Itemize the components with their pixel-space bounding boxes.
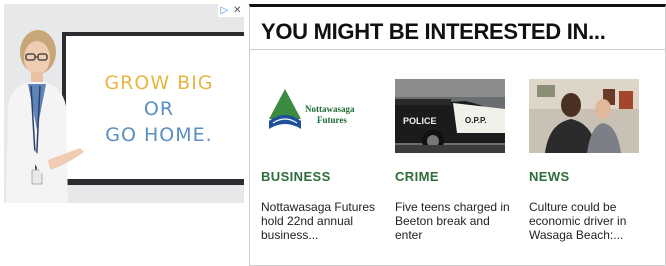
article-category[interactable]: BUSINESS [261,169,386,184]
svg-text:O.P.P.: O.P.P. [465,116,487,125]
article-card-crime[interactable]: POLICE O.P.P. CRIME Five teens charged i… [395,79,520,242]
police-car-photo: POLICE O.P.P. [395,79,505,153]
adchoices-badge[interactable]: ▷ ✕ [218,4,244,17]
article-card-news[interactable]: NEWS Culture could be economic driver in… [529,79,654,242]
svg-text:Nottawasaga: Nottawasaga [305,104,355,114]
advertisement[interactable]: GROW BIG OR GO HOME. ▷ ✕ [4,4,244,203]
article-thumbnail[interactable]: POLICE O.P.P. [395,79,505,153]
article-category[interactable]: NEWS [529,169,654,184]
ad-headline-line-2: OR [143,98,175,120]
ad-headline-line-3: GO HOME. [105,124,213,146]
article-thumbnail[interactable] [529,79,639,153]
article-card-business[interactable]: Nottawasaga Futures BUSINESS Nottawasaga… [261,79,386,242]
article-thumbnail[interactable]: Nottawasaga Futures [261,79,371,153]
article-headline[interactable]: Culture could be economic driver in Wasa… [529,200,651,242]
article-headline[interactable]: Five teens charged in Beeton break and e… [395,200,517,242]
divider [250,49,665,50]
svg-text:Futures: Futures [317,115,347,125]
ad-board: GROW BIG OR GO HOME. [62,32,244,185]
close-icon[interactable]: ✕ [233,5,241,16]
widget-title: YOU MIGHT BE INTERESTED IN... [261,19,606,44]
nottawasaga-futures-logo: Nottawasaga Futures [261,79,371,153]
two-men-photo [529,79,639,153]
article-category[interactable]: CRIME [395,169,520,184]
ad-headline-line-1: GROW BIG [104,72,214,94]
adchoices-icon[interactable]: ▷ [220,5,228,16]
recommended-articles-widget: YOU MIGHT BE INTERESTED IN... Nottawasag… [249,4,666,266]
svg-text:POLICE: POLICE [403,116,437,126]
ad-presenter-image [6,30,84,203]
article-headline[interactable]: Nottawasaga Futures hold 22nd annual bus… [261,200,383,242]
